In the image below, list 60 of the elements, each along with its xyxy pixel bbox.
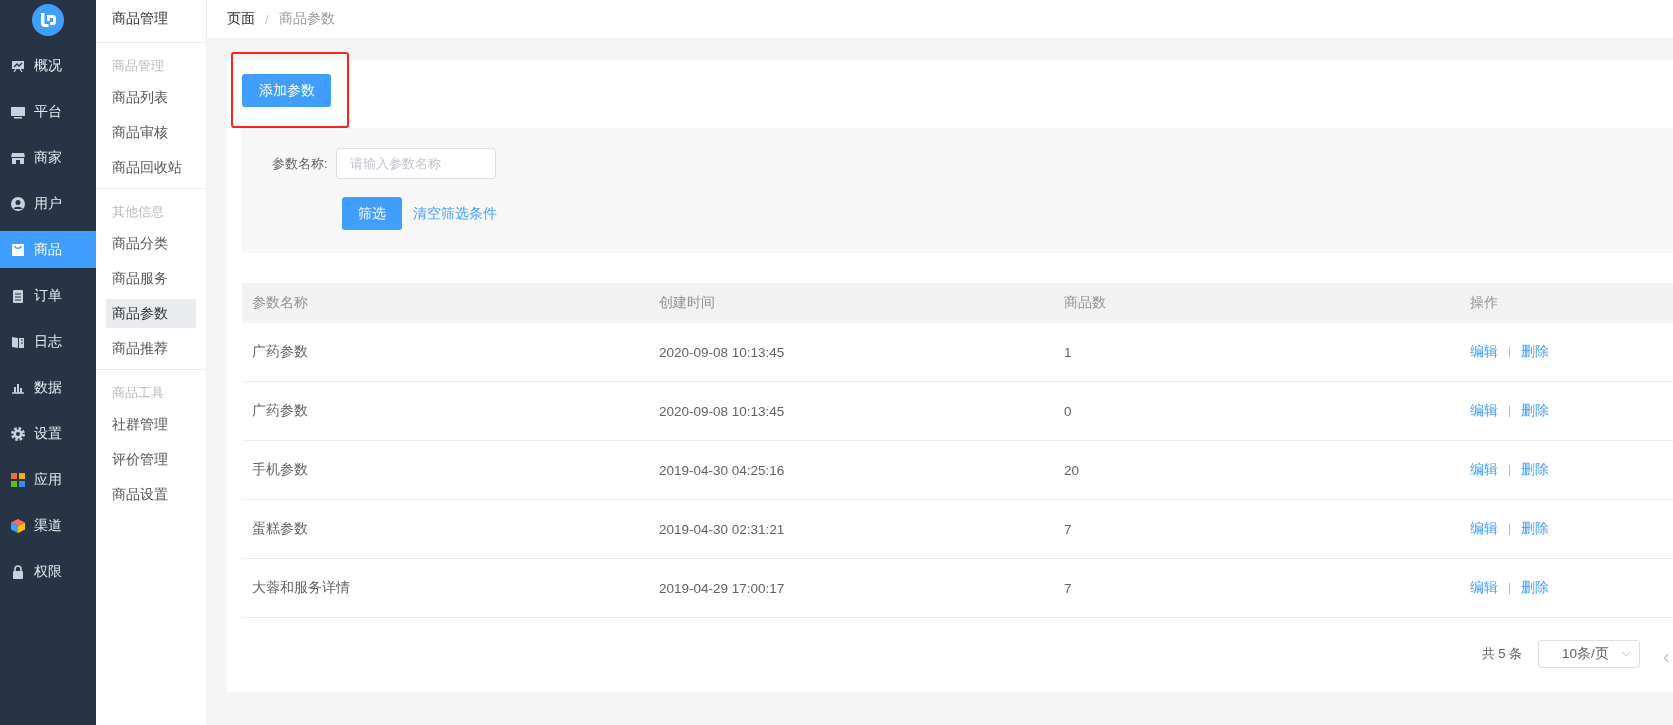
user-icon: [10, 195, 26, 212]
table-cell: 大蓉和服务详情: [242, 558, 649, 618]
grid-icon: [10, 471, 26, 488]
sub-nav-item[interactable]: 评价管理: [106, 445, 196, 474]
table-cell: 1: [1054, 323, 1460, 382]
table-cell: 广药参数: [242, 381, 649, 441]
sub-nav-item[interactable]: 社群管理: [106, 410, 196, 439]
column-header: 操作: [1460, 283, 1673, 323]
nav-item[interactable]: 平台: [0, 93, 96, 130]
nav-item[interactable]: 用户: [0, 185, 96, 222]
table-cell: 7: [1054, 499, 1460, 559]
nav-item[interactable]: 应用: [0, 461, 96, 498]
parameter-name-field[interactable]: 请输入参数名称: [335, 148, 496, 179]
sub-nav-item[interactable]: 商品审核: [106, 118, 196, 147]
table-cell: 2019-04-30 02:31:21: [649, 499, 1054, 559]
sub-nav-item[interactable]: 商品推荐: [106, 334, 196, 363]
column-header: 商品数: [1054, 283, 1460, 323]
lock-icon: [10, 563, 26, 580]
table-cell: 2020-09-08 10:13:45: [649, 323, 1054, 382]
table-cell: 20: [1054, 440, 1460, 500]
sub-nav-title: 商品管理: [96, 0, 206, 43]
breadcrumb-current: 商品参数: [278, 10, 335, 28]
nav-item[interactable]: 商家: [0, 139, 96, 176]
bag-icon: [10, 241, 26, 258]
page-size-select[interactable]: 10条/页: [1538, 640, 1640, 668]
sub-nav-item[interactable]: 商品参数: [106, 299, 196, 328]
table-cell: 2020-09-08 10:13:45: [649, 381, 1054, 441]
nav-item[interactable]: 渠道: [0, 507, 96, 544]
sub-nav-item[interactable]: 商品回收站: [106, 153, 196, 182]
column-header: 创建时间: [649, 283, 1054, 323]
sub-nav-item[interactable]: 商品列表: [106, 83, 196, 112]
table-cell: 手机参数: [242, 440, 649, 500]
total-count: 共 5 条: [1481, 645, 1522, 663]
column-header: 参数名称: [242, 283, 649, 323]
breadcrumb-link[interactable]: 页面: [227, 10, 255, 28]
nav-item[interactable]: 日志: [0, 323, 96, 360]
table-cell: 蛋糕参数: [242, 499, 649, 559]
nav-item[interactable]: 订单: [0, 277, 96, 314]
table-cell: 0: [1054, 381, 1460, 441]
sub-nav-item[interactable]: 商品服务: [106, 264, 196, 293]
sub-nav-item[interactable]: 商品分类: [106, 229, 196, 258]
table-cell: 2019-04-30 04:25:16: [649, 440, 1054, 500]
chevron-down-icon: [1621, 651, 1631, 657]
field-label: 参数名称:: [272, 154, 328, 173]
nav-item[interactable]: 概况: [0, 47, 96, 84]
sub-nav-item[interactable]: 商品设置: [106, 480, 196, 509]
gear-icon: [10, 425, 26, 442]
clipboard-icon: [10, 287, 26, 304]
nav-item[interactable]: 数据: [0, 369, 96, 406]
nav-item[interactable]: 权限: [0, 553, 96, 590]
table-cell: 广药参数: [242, 323, 649, 382]
cube-icon: [10, 517, 26, 534]
section-heading: 商品工具: [111, 384, 165, 402]
table-cell: 2019-04-29 17:00:17: [649, 558, 1054, 618]
section-heading: 商品管理: [111, 57, 165, 75]
breadcrumb-separator: /: [265, 11, 269, 27]
logo-icon: [32, 4, 64, 36]
nav-item[interactable]: 设置: [0, 415, 96, 452]
section-heading: 其他信息: [111, 203, 165, 221]
table-cell: 7: [1054, 558, 1460, 618]
